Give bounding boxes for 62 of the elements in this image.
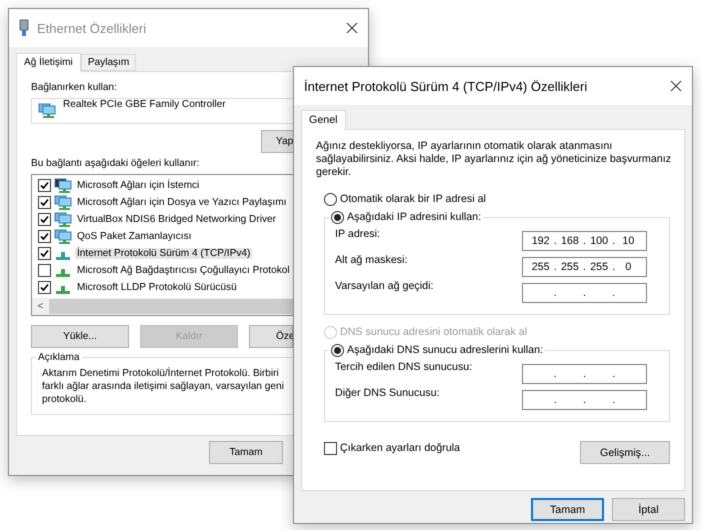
checkbox-label: Çıkarken ayarları doğrula	[340, 442, 460, 454]
ip-address-field[interactable]: 192 . 168 . 100 . 10	[522, 231, 647, 251]
checkbox[interactable]	[38, 230, 51, 243]
list-item[interactable]: QoS Paket Zamanlayıcısı	[75, 231, 194, 242]
radio-button[interactable]	[331, 344, 344, 357]
network-protocol-icon	[56, 286, 70, 294]
ip-address-field[interactable]: . . .	[522, 283, 647, 303]
field-label: Varsayılan ağ geçidi:	[335, 280, 434, 292]
section-label: Bu bağlantı aşağıdaki öğeleri kullanır:	[31, 158, 200, 169]
network-protocol-icon	[56, 268, 70, 276]
configure-button[interactable]: Yap	[261, 130, 295, 153]
checkbox[interactable]	[38, 196, 51, 209]
network-computer-icon	[38, 103, 56, 119]
network-computer-icon	[54, 194, 72, 210]
ok-button[interactable]: Tamam	[209, 441, 283, 464]
ip-address-field[interactable]: . . .	[522, 390, 647, 410]
field-label: Tercih edilen DNS sunucusu:	[335, 361, 472, 373]
tab[interactable]: Genel	[301, 110, 346, 130]
list-item[interactable]: İnternet Protokolü Sürüm 4 (TCP/IPv4)	[75, 248, 252, 259]
adapter-name: Realtek PCIe GBE Family Controller	[63, 99, 226, 110]
list-item[interactable]: VirtualBox NDIS6 Bridged Networking Driver	[75, 214, 278, 225]
checkbox[interactable]	[38, 264, 51, 277]
network-computer-icon	[54, 212, 72, 228]
description-text: Aktarım Denetimi Protokolü/İnternet Protokolü. Birbiri farklı ağlar arasında iletişimi sağlayan, varsayılan geni protokolü.	[42, 367, 284, 406]
radio-button[interactable]	[331, 211, 344, 224]
ethernet-plug-icon	[19, 19, 29, 37]
close-icon[interactable]	[346, 22, 358, 34]
network-protocol-icon	[56, 252, 70, 260]
advanced-button[interactable]: Gelişmiş...	[580, 441, 670, 464]
checkbox[interactable]	[38, 247, 51, 260]
window-title: Ethernet Özellikleri	[37, 20, 148, 36]
checkbox[interactable]	[324, 442, 337, 455]
ip-address-field[interactable]: . . .	[522, 364, 647, 384]
tab[interactable]: Paylaşım	[80, 54, 136, 71]
field-label: IP adresi:	[335, 228, 380, 240]
list-item[interactable]: Microsoft Ağ Bağdaştırıcısı Çoğullayıcı Protokol	[75, 265, 292, 276]
dialog-button[interactable]: İptal	[612, 498, 685, 521]
field-label: Alt ağ maskesi:	[335, 254, 408, 266]
checkbox[interactable]	[38, 213, 51, 226]
group-title: Açıklama	[37, 352, 81, 363]
field-label: Diğer DNS Sunucusu:	[335, 387, 440, 399]
network-computer-icon	[54, 178, 72, 194]
radio-button[interactable]	[324, 193, 337, 206]
ip-address-field[interactable]: 255 . 255 . 255 . 0	[522, 257, 647, 277]
checkbox[interactable]	[38, 281, 51, 294]
section-label: Bağlanırken kullan:	[31, 82, 117, 93]
list-item[interactable]: Microsoft LLDP Protokolü Sürücüsü	[75, 282, 239, 293]
radio-label: Otomatik olarak bir IP adresi al	[340, 193, 486, 205]
scroll-left-button[interactable]: <	[32, 301, 49, 312]
list-item[interactable]: Microsoft Ağları için İstemci	[75, 180, 202, 191]
window-title: İnternet Protokolü Sürüm 4 (TCP/IPv4) Özellikleri	[304, 78, 588, 94]
list-item[interactable]: Microsoft Ağları için Dosya ve Yazıcı Paylaşımı	[75, 197, 288, 208]
radio-label: Aşağıdaki IP adresini kullan:	[347, 211, 482, 223]
checkbox[interactable]	[38, 179, 51, 192]
close-icon[interactable]	[670, 80, 682, 92]
action-button[interactable]: Yükle...	[31, 325, 129, 348]
radio-label: DNS sunucu adresini otomatik olarak al	[340, 326, 528, 338]
intro-text: Ağınız destekliyorsa, IP ayarlarının otomatik olarak atanmasını sağlayabilirsiniz. Aksi halde, IP ayarlarınız için ağ yöneticinize başvurmanız gerekir.	[316, 140, 672, 179]
tab[interactable]: Ağ İletişimi	[16, 53, 81, 72]
radio-label: Aşağıdaki DNS sunucu adreslerini kullan:	[347, 344, 544, 356]
network-computer-icon	[54, 228, 72, 244]
dialog-button[interactable]: Tamam	[531, 498, 604, 521]
